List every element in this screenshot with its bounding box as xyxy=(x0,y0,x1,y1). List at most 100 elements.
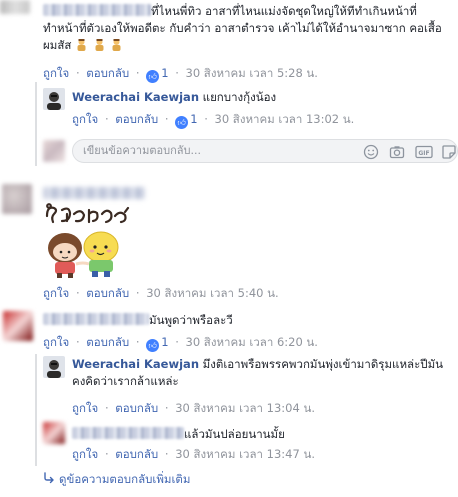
like-link[interactable]: ถูกใจ xyxy=(43,286,69,300)
svg-text:GIF: GIF xyxy=(418,150,429,157)
separator: · xyxy=(175,335,179,349)
reply-actions: ถูกใจ · ตอบกลับ · 30 สิงหาคม เวลา 13:04 … xyxy=(72,401,315,415)
like-link[interactable]: ถูกใจ xyxy=(43,66,69,80)
reply: แล้วมันปล่อยนานมั้ย ถูกใจ · ตอบกลับ · 30… xyxy=(72,425,452,465)
reply-link[interactable]: ตอบกลับ xyxy=(86,66,129,80)
reply-line-2: คงคิดว่าเรากล้าแหล่ะ xyxy=(72,374,179,389)
separator: · xyxy=(104,401,109,415)
redacted-author-name[interactable] xyxy=(43,313,149,325)
separator: · xyxy=(164,447,169,461)
like-link[interactable]: ถูกใจ xyxy=(43,335,69,349)
separator: · xyxy=(104,112,109,126)
timestamp[interactable]: 30 สิงหาคม เวลา 5:40 น. xyxy=(146,286,278,300)
reply-link[interactable]: ตอบกลับ xyxy=(86,286,129,300)
reply-link[interactable]: ตอบกลับ xyxy=(115,112,158,126)
sticker-calm-down-image xyxy=(45,203,130,278)
reply-text: แล้วมันปล่อยนานมั้ย xyxy=(184,427,285,441)
reply-arrow-icon xyxy=(44,472,54,484)
reply-actions: ถูกใจ · ตอบกลับ · 👍︎ 1 · 30 สิงหาคม เวลา … xyxy=(72,112,354,129)
person-emoji-icon xyxy=(95,39,104,51)
profile-photo xyxy=(43,356,65,378)
reply-line: Weerachai Kaewjan แยกบางกุ้งน้อง xyxy=(72,90,276,105)
comment-actions: ถูกใจ · ตอบกลับ · 👍︎ 1 · 30 สิงหาคม เวลา … xyxy=(43,335,318,352)
thread-line xyxy=(35,82,37,166)
like-count[interactable]: 👍︎ 1 xyxy=(175,112,198,129)
reply-text: แยกบางกุ้งน้อง xyxy=(202,90,277,104)
like-count[interactable]: 👍︎ 1 xyxy=(146,66,169,83)
timestamp[interactable]: 30 สิงหาคม เวลา 13:02 น. xyxy=(215,112,355,126)
comment-text: ที่ไหนพี่ทิว อาสาที่ไหนแม่งจัดชุดใหญ่ให้… xyxy=(151,4,417,18)
view-more-replies-label: ดูข้อความตอบกลับเพิ่มเติม xyxy=(59,472,191,486)
reply-text: มึงติเอาพรือพรรคพวกมันพุ่งเข้ามาดิรุมแหล… xyxy=(202,357,444,371)
like-link[interactable]: ถูกใจ xyxy=(72,447,98,461)
separator: · xyxy=(175,66,179,80)
sticker-lettering xyxy=(45,203,130,224)
reply-link[interactable]: ตอบกลับ xyxy=(86,335,129,349)
comment-line-1: ที่ไหนพี่ทิว อาสาที่ไหนแม่งจัดชุดใหญ่ให้… xyxy=(43,4,417,19)
redacted-author-name[interactable] xyxy=(43,187,145,201)
reply-line: แล้วมันปล่อยนานมั้ย xyxy=(72,427,285,442)
separator: · xyxy=(75,335,80,349)
person-emoji-icon xyxy=(77,39,86,51)
separator: · xyxy=(135,335,140,349)
profile-photo xyxy=(43,88,65,110)
separator: · xyxy=(204,112,208,126)
sticker-character-right xyxy=(75,231,119,277)
sticker-icon[interactable] xyxy=(441,144,457,160)
comment: มันพูดว่าพรือละวี ถูกใจ · ตอบกลับ · 👍︎ 1 … xyxy=(43,311,453,355)
reply-line-1: Weerachai Kaewjan มึงติเอาพรือพรรคพวกมัน… xyxy=(72,357,443,372)
reply-input-box[interactable]: GIF xyxy=(72,139,458,163)
sticker-character-left xyxy=(48,233,82,278)
avatar[interactable] xyxy=(0,0,30,14)
separator: · xyxy=(135,66,140,80)
gif-icon[interactable]: GIF xyxy=(415,144,433,160)
reply-link[interactable]: ตอบกลับ xyxy=(115,401,158,415)
avatar[interactable] xyxy=(43,356,65,378)
comment-text: ผมสัส xyxy=(43,38,72,52)
reply-text: คงคิดว่าเรากล้าแหล่ะ xyxy=(72,374,179,388)
comment-actions: ถูกใจ · ตอบกลับ · 👍︎ 1 · 30 สิงหาคม เวลา … xyxy=(43,66,318,83)
avatar[interactable] xyxy=(2,184,32,214)
like-count[interactable]: 👍︎ 1 xyxy=(146,335,169,352)
avatar[interactable] xyxy=(43,422,65,444)
comment: ที่ไหนพี่ทิว อาสาที่ไหนแม่งจัดชุดใหญ่ให้… xyxy=(43,0,453,83)
thumbs-up-icon: 👍︎ xyxy=(146,70,160,83)
separator: · xyxy=(164,401,169,415)
redacted-author-name[interactable] xyxy=(43,4,151,16)
camera-icon[interactable] xyxy=(389,144,405,160)
avatar[interactable] xyxy=(43,88,65,110)
reply: Weerachai Kaewjan แยกบางกุ้งน้อง ถูกใจ ·… xyxy=(72,90,452,130)
reply: Weerachai Kaewjan มึงติเอาพรือพรรคพวกมัน… xyxy=(72,357,458,417)
thumbs-up-icon: 👍︎ xyxy=(175,116,189,129)
redacted-author-name[interactable] xyxy=(72,427,184,439)
person-emoji-icon xyxy=(112,39,121,51)
timestamp[interactable]: 30 สิงหาคม เวลา 6:20 น. xyxy=(186,335,318,349)
comment-actions: ถูกใจ · ตอบกลับ · 30 สิงหาคม เวลา 5:40 น… xyxy=(43,286,279,300)
timestamp[interactable]: 30 สิงหาคม เวลา 13:04 น. xyxy=(175,401,315,415)
reply-input[interactable] xyxy=(83,144,353,157)
emoji-icon[interactable] xyxy=(363,144,379,160)
like-link[interactable]: ถูกใจ xyxy=(72,401,98,415)
view-more-replies[interactable]: ดูข้อความตอบกลับเพิ่มเติม xyxy=(43,472,190,486)
comment-line: มันพูดว่าพรือละวี xyxy=(43,313,233,328)
author-name[interactable]: Weerachai Kaewjan xyxy=(72,90,199,104)
comment-line-2: ทำหน้าที่ตัวเองให้พอดีตะ กับคำว่า อาสาตำ… xyxy=(43,21,442,36)
thread-line xyxy=(35,354,37,466)
comment-text: มันพูดว่าพรือละวี xyxy=(149,313,233,327)
comment-line-3: ผมสัส xyxy=(43,38,124,53)
author-name[interactable]: Weerachai Kaewjan xyxy=(72,357,199,371)
avatar[interactable] xyxy=(3,311,33,341)
reply-link[interactable]: ตอบกลับ xyxy=(115,447,158,461)
timestamp[interactable]: 30 สิงหาคม เวลา 5:28 น. xyxy=(186,66,318,80)
comment-text: ทำหน้าที่ตัวเองให้พอดีตะ กับคำว่า อาสาตำ… xyxy=(43,21,442,35)
separator: · xyxy=(75,66,80,80)
like-link[interactable]: ถูกใจ xyxy=(72,112,98,126)
separator: · xyxy=(164,112,169,126)
separator: · xyxy=(135,286,140,300)
separator: · xyxy=(104,447,109,461)
sticker xyxy=(43,200,133,280)
separator: · xyxy=(75,286,80,300)
timestamp[interactable]: 30 สิงหาคม เวลา 13:47 น. xyxy=(175,447,315,461)
avatar xyxy=(43,140,65,162)
reply-actions: ถูกใจ · ตอบกลับ · 30 สิงหาคม เวลา 13:47 … xyxy=(72,447,315,461)
